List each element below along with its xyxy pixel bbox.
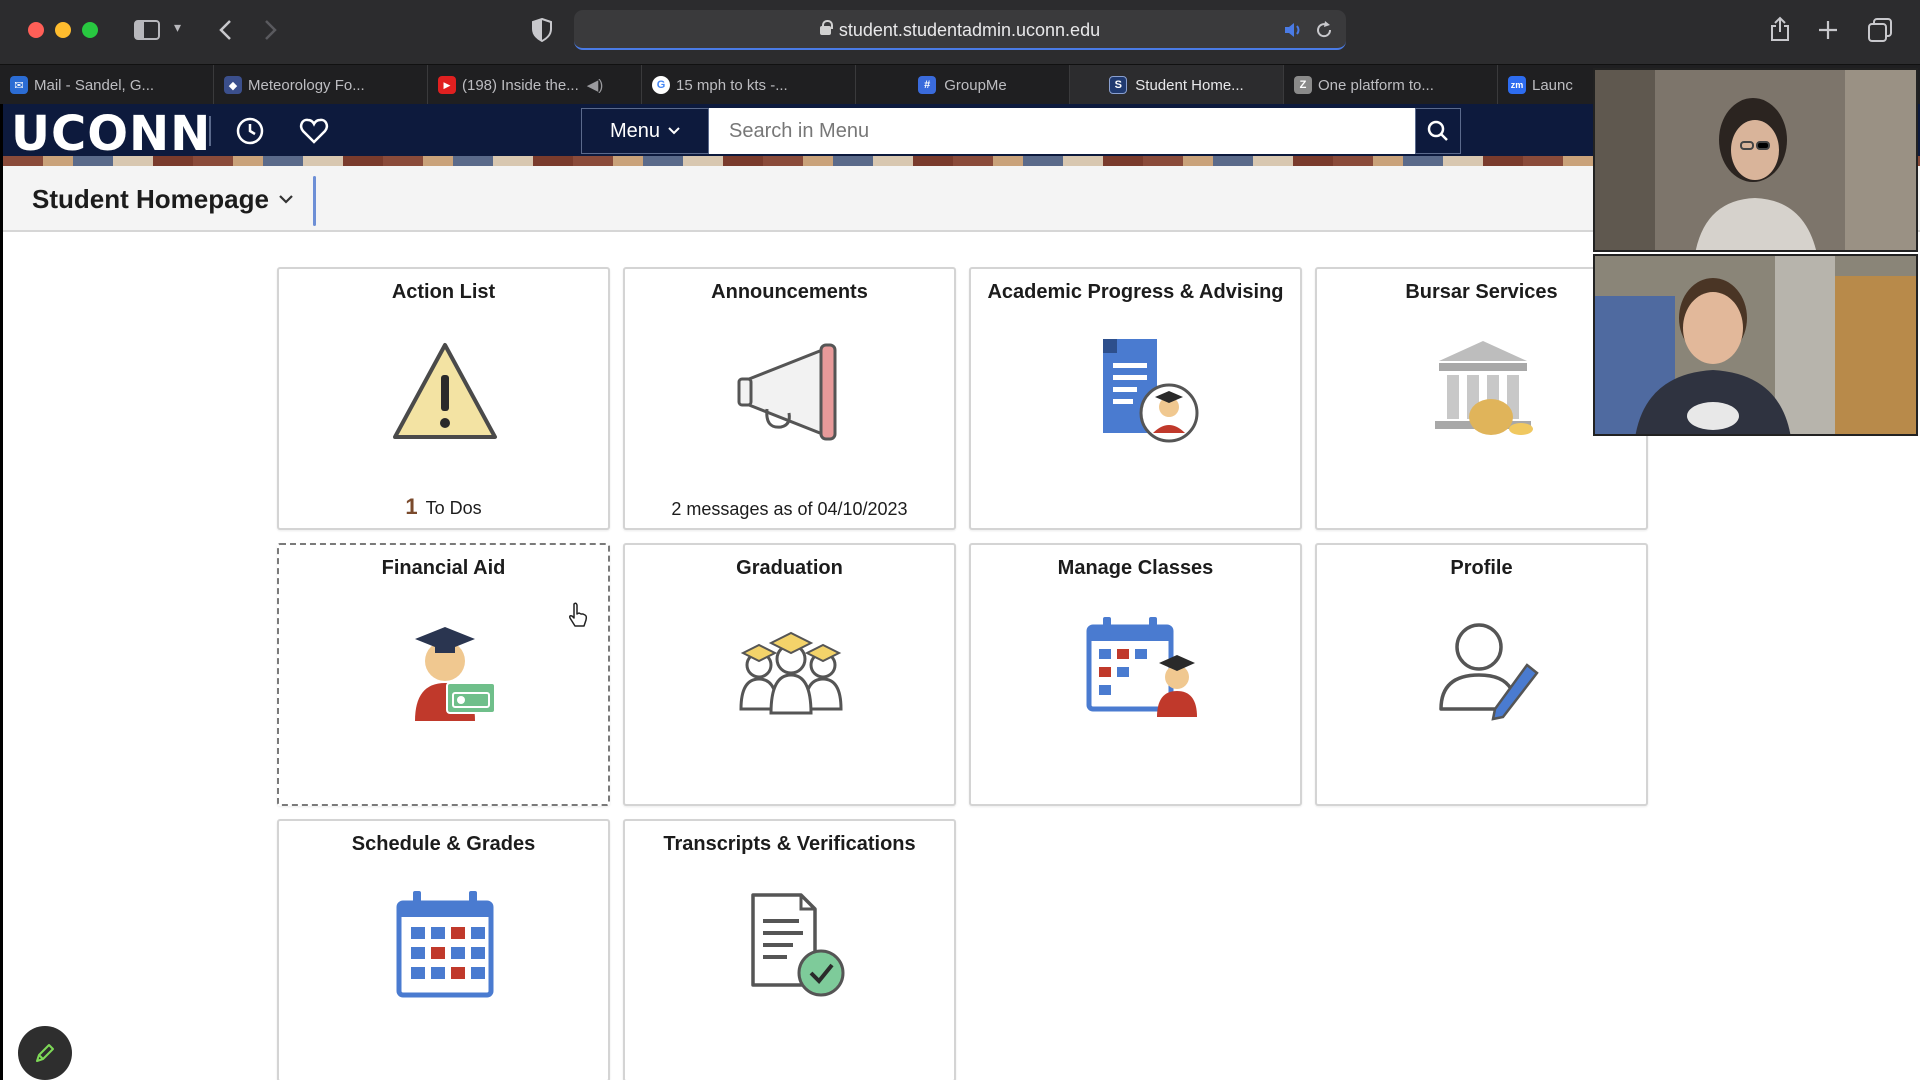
zoom-window-button[interactable] — [82, 22, 98, 38]
video-participant-2[interactable] — [1593, 254, 1918, 436]
privacy-shield-icon[interactable] — [532, 18, 552, 42]
tile-title: Announcements — [711, 281, 868, 303]
page-title: Student Homepage — [32, 184, 269, 214]
forward-icon[interactable] — [264, 19, 278, 41]
sidebar-toggle-icon[interactable] — [134, 20, 160, 40]
tile-announcements[interactable]: Announcements 2 messages as of 04/10/202… — [623, 267, 956, 530]
share-icon[interactable] — [1770, 16, 1790, 42]
peoplesoft-icon: S — [1109, 76, 1128, 94]
tile-title: Financial Aid — [381, 557, 506, 579]
tab-meteorology[interactable]: ◆ Meteorology Fo... — [214, 65, 428, 105]
tile-academic-progress[interactable]: Academic Progress & Advising — [969, 267, 1302, 530]
tab-label: Student Home... — [1135, 76, 1244, 94]
minimize-window-button[interactable] — [55, 22, 71, 38]
tile-action-list[interactable]: Action List 1 To Dos — [277, 267, 610, 530]
tab-label: Mail - Sandel, G... — [34, 76, 155, 94]
tile-title: Schedule & Grades — [351, 833, 536, 855]
header-divider — [209, 116, 211, 146]
mail-icon: ✉ — [10, 76, 28, 94]
tab-zoom-platform[interactable]: Z One platform to... — [1284, 65, 1498, 105]
navigator-menu-button[interactable]: Menu — [581, 108, 709, 154]
back-icon[interactable] — [218, 19, 232, 41]
calendar-icon — [396, 891, 494, 998]
youtube-icon: ▶ — [438, 76, 456, 94]
z-icon: Z — [1294, 76, 1312, 94]
tile-title: Manage Classes — [1057, 557, 1214, 579]
recent-history-icon[interactable] — [235, 116, 265, 146]
search-icon — [1427, 120, 1448, 141]
user-edit-icon — [1439, 623, 1539, 721]
bank-icon — [1435, 341, 1533, 435]
speaker-icon[interactable] — [1284, 21, 1304, 39]
todo-count: 1 — [405, 494, 418, 519]
tab-label: GroupMe — [944, 76, 1007, 94]
participant-video-feed — [1595, 70, 1916, 250]
tab-google[interactable]: G 15 mph to kts -... — [642, 65, 856, 105]
tile-graduation[interactable]: Graduation — [623, 543, 956, 806]
chevron-down-icon[interactable]: ▾ — [174, 20, 181, 34]
tile-title: Action List — [391, 281, 496, 303]
chevron-down-icon — [668, 127, 680, 135]
forum-icon: ◆ — [224, 76, 242, 94]
tile-manage-classes[interactable]: Manage Classes — [969, 543, 1302, 806]
address-bar[interactable]: student.studentadmin.uconn.edu — [574, 10, 1346, 50]
tab-youtube[interactable]: ▶ (198) Inside the... ◀) — [428, 65, 642, 105]
tab-groupme[interactable]: # GroupMe — [856, 65, 1070, 105]
document-advisor-icon — [1103, 339, 1199, 443]
tab-label: (198) Inside the... — [462, 76, 579, 94]
menu-search-input[interactable] — [709, 108, 1415, 154]
tab-label: Launc — [1532, 76, 1573, 94]
tile-title: Transcripts & Verifications — [663, 833, 916, 855]
tile-title: Profile — [1450, 557, 1513, 579]
participant-video-feed — [1595, 256, 1916, 434]
url-text: student.studentadmin.uconn.edu — [838, 20, 1101, 40]
search-button[interactable] — [1415, 108, 1461, 154]
graduates-icon — [739, 631, 843, 715]
menu-label: Menu — [609, 119, 661, 142]
close-window-button[interactable] — [28, 22, 44, 38]
tile-title: Academic Progress & Advising — [987, 281, 1284, 303]
megaphone-icon — [737, 343, 837, 441]
graduate-money-icon — [415, 627, 496, 721]
hand-cursor-icon — [569, 602, 588, 627]
uconn-logo[interactable]: UCONN — [11, 106, 211, 162]
tile-schedule-grades[interactable]: Schedule & Grades — [277, 819, 610, 1080]
google-icon: G — [652, 76, 670, 94]
announcement-summary: 2 messages as of 04/10/2023 — [671, 499, 908, 519]
favorites-heart-icon[interactable] — [299, 116, 329, 146]
groupme-icon: # — [918, 76, 937, 94]
tile-financial-aid[interactable]: Financial Aid — [277, 543, 610, 806]
tile-transcripts[interactable]: Transcripts & Verifications — [623, 819, 956, 1080]
reload-icon[interactable] — [1314, 20, 1334, 40]
tab-mail[interactable]: ✉ Mail - Sandel, G... — [0, 65, 214, 105]
audio-playing-icon[interactable]: ◀) — [587, 76, 604, 94]
tile-profile[interactable]: Profile — [1315, 543, 1648, 806]
tab-label: 15 mph to kts -... — [676, 76, 788, 94]
tab-student-home[interactable]: S Student Home... — [1070, 65, 1284, 105]
zoom-icon: zm — [1508, 76, 1526, 94]
tab-overview-icon[interactable] — [1868, 18, 1892, 42]
warning-icon — [393, 343, 497, 439]
video-participant-1[interactable] — [1593, 68, 1918, 252]
tile-title: Graduation — [736, 557, 843, 579]
homepage-selector[interactable]: Student Homepage — [32, 184, 293, 215]
todo-label: To Dos — [425, 498, 482, 518]
tab-label: One platform to... — [1318, 76, 1434, 94]
tab-label: Meteorology Fo... — [248, 76, 365, 94]
new-tab-icon[interactable] — [1818, 20, 1838, 40]
calendar-student-icon — [1086, 617, 1197, 717]
personalize-edit-button[interactable] — [18, 1026, 72, 1080]
chevron-down-icon — [279, 195, 293, 204]
todo-summary: 1 To Dos — [279, 494, 608, 520]
pencil-icon — [36, 1044, 54, 1062]
lock-icon — [819, 20, 833, 35]
title-focus-edge — [313, 176, 316, 226]
document-check-icon — [751, 893, 845, 997]
browser-titlebar: ▾ student.studentadmin.uconn.edu — [0, 0, 1920, 64]
